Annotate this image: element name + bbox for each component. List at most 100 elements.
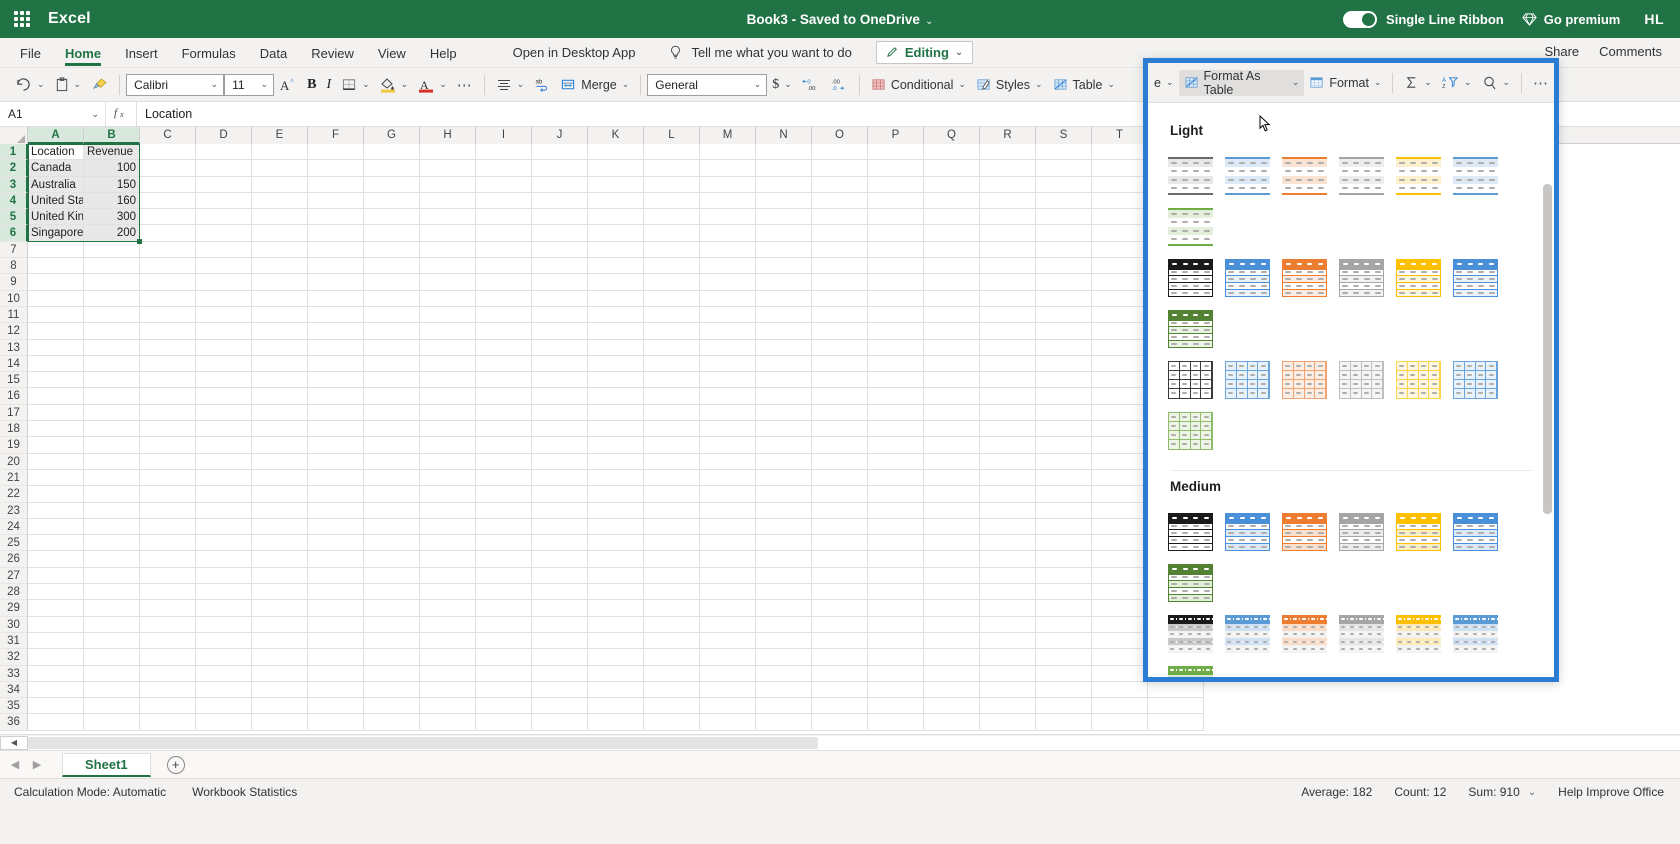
table-style-option[interactable] [1219,150,1276,201]
cell-J19[interactable] [532,437,588,454]
cell-B24[interactable] [84,518,140,536]
cell-E31[interactable] [252,632,308,650]
cell-T12[interactable] [1092,323,1148,340]
cell-T35[interactable] [1092,698,1148,715]
cell-H14[interactable] [420,355,476,373]
cell-M23[interactable] [700,502,756,519]
cell-G29[interactable] [364,600,420,617]
cell-Q2[interactable] [924,160,980,177]
cell-S21[interactable] [1036,469,1092,487]
open-in-desktop-app-button[interactable]: Open in Desktop App [499,41,650,64]
cell-B11[interactable] [84,306,140,324]
conditional-formatting-button[interactable]: Conditional ⌄ [866,72,971,98]
cell-D10[interactable] [196,290,252,307]
cell-A29[interactable] [28,600,84,617]
cell-F29[interactable] [308,600,364,617]
cell-O7[interactable] [812,241,868,259]
cell-L14[interactable] [644,355,700,373]
cell-A17[interactable] [28,404,84,422]
cell-R17[interactable] [980,404,1036,422]
stats-chevron-icon[interactable]: ⌄ [1528,787,1536,798]
cell-K34[interactable] [588,681,644,699]
cell-M10[interactable] [700,290,756,307]
table-style-option[interactable] [1162,608,1219,659]
cell-F34[interactable] [308,681,364,699]
cell-B1[interactable]: Revenue [84,144,140,161]
cell-R29[interactable] [980,600,1036,617]
cell-L34[interactable] [644,681,700,699]
cell-P13[interactable] [868,339,924,356]
column-header-S[interactable]: S [1036,127,1092,144]
cell-P20[interactable] [868,453,924,470]
cell-U34[interactable] [1148,681,1204,699]
cell-R14[interactable] [980,355,1036,373]
cell-L4[interactable] [644,192,700,210]
cell-R1[interactable] [980,144,1036,161]
cell-L2[interactable] [644,160,700,177]
cell-C24[interactable] [140,518,196,536]
table-style-option[interactable] [1333,252,1390,303]
cell-H8[interactable] [420,258,476,275]
cell-K4[interactable] [588,192,644,210]
cell-J20[interactable] [532,453,588,470]
number-format-select[interactable]: General ⌄ [647,73,768,96]
cell-E30[interactable] [252,616,308,633]
cell-S17[interactable] [1036,404,1092,422]
cell-A34[interactable] [28,681,84,699]
cell-P1[interactable] [868,144,924,161]
cell-S33[interactable] [1036,665,1092,682]
paste-button[interactable]: ⌄ [50,72,87,98]
table-style-option[interactable] [1390,150,1447,201]
cell-Q3[interactable] [924,176,980,193]
cell-R27[interactable] [980,567,1036,585]
cell-I36[interactable] [476,714,532,731]
cell-M33[interactable] [700,665,756,682]
cell-A23[interactable] [28,502,84,519]
cell-H11[interactable] [420,306,476,324]
chevron-down-icon[interactable]: ⌄ [1107,79,1115,90]
cell-D7[interactable] [196,241,252,259]
chevron-down-icon[interactable]: ⌄ [91,109,99,120]
cell-F20[interactable] [308,453,364,470]
cell-D17[interactable] [196,404,252,422]
table-style-option[interactable] [1390,354,1447,405]
cell-D32[interactable] [196,649,252,666]
cell-I35[interactable] [476,698,532,715]
cell-R20[interactable] [980,453,1036,470]
cell-L17[interactable] [644,404,700,422]
cell-P6[interactable] [868,225,924,242]
cell-I3[interactable] [476,176,532,193]
row-header-20[interactable]: 20 [0,453,28,470]
chevron-down-icon[interactable]: ⌄ [1503,77,1511,88]
cell-L18[interactable] [644,421,700,438]
cell-O29[interactable] [812,600,868,617]
cell-E10[interactable] [252,290,308,307]
cell-B22[interactable] [84,486,140,503]
cell-C12[interactable] [140,323,196,340]
cell-S10[interactable] [1036,290,1092,307]
cell-I20[interactable] [476,453,532,470]
cell-I21[interactable] [476,469,532,487]
cell-R31[interactable] [980,632,1036,650]
cell-F2[interactable] [308,160,364,177]
cell-R4[interactable] [980,192,1036,210]
cell-B8[interactable] [84,258,140,275]
cell-G11[interactable] [364,306,420,324]
cell-H10[interactable] [420,290,476,307]
table-style-option[interactable] [1333,354,1390,405]
cell-H13[interactable] [420,339,476,356]
cell-B33[interactable] [84,665,140,682]
cell-S14[interactable] [1036,355,1092,373]
cell-C6[interactable] [140,225,196,242]
cell-Q11[interactable] [924,306,980,324]
column-header-P[interactable]: P [868,127,924,144]
cell-F21[interactable] [308,469,364,487]
cell-O20[interactable] [812,453,868,470]
cell-D20[interactable] [196,453,252,470]
cell-O6[interactable] [812,225,868,242]
cell-J26[interactable] [532,551,588,568]
table-style-option[interactable] [1276,252,1333,303]
cell-L15[interactable] [644,372,700,389]
cell-G3[interactable] [364,176,420,193]
cell-N14[interactable] [756,355,812,373]
